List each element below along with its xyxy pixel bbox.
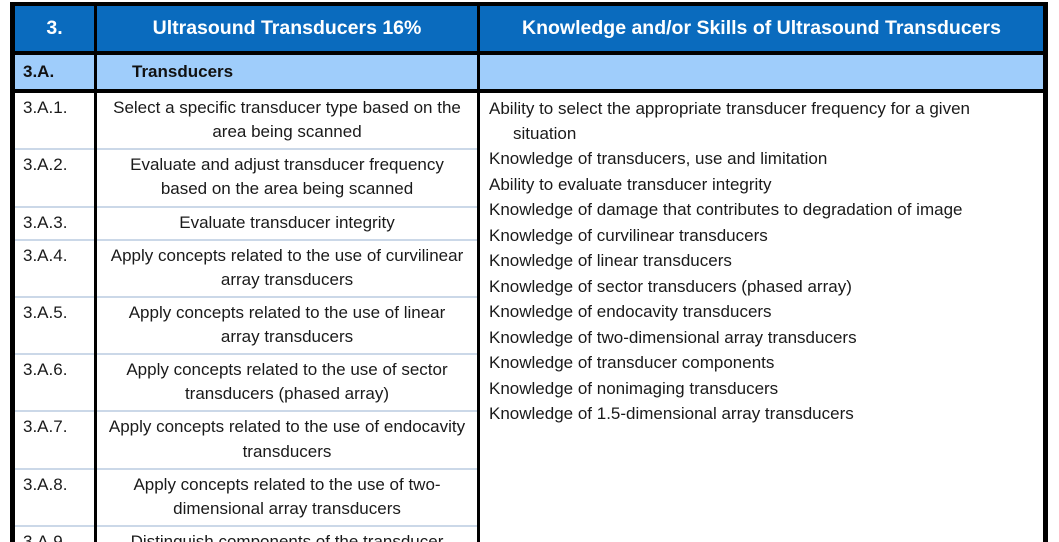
- subheader-title: Transducers: [94, 53, 479, 93]
- task-number: 3.A.9.: [12, 524, 96, 542]
- task-number: 3.A.6.: [12, 353, 96, 412]
- list-item: Knowledge of transducer components: [489, 353, 775, 373]
- list-item: Ability to evaluate transducer integrity: [489, 174, 772, 194]
- knowledge-skills-list: Ability to select the appropriate transd…: [480, 93, 1043, 427]
- list-item: Knowledge of linear transducers: [489, 251, 732, 271]
- header-section-number: 3.: [12, 2, 96, 55]
- list-item: Knowledge of endocavity transducers: [489, 302, 772, 322]
- content-matrix-table-wrapper: 3. Ultrasound Transducers 16% Knowledge …: [10, 2, 1048, 542]
- task-description: Apply concepts related to the use of two…: [94, 467, 479, 526]
- task-description: Evaluate transducer integrity: [94, 205, 479, 240]
- task-number: 3.A.4.: [12, 238, 96, 297]
- task-description: Distinguish components of the transducer: [94, 524, 479, 542]
- subheader-knowledge-blank: [477, 53, 1046, 93]
- task-description: Apply concepts related to the use of cur…: [94, 238, 479, 297]
- knowledge-skills-cell: Ability to select the appropriate transd…: [477, 91, 1046, 542]
- task-description: Evaluate and adjust transducer frequency…: [94, 148, 479, 207]
- table-header-row: 3. Ultrasound Transducers 16% Knowledge …: [12, 2, 1046, 55]
- table-row: 3.A.1. Select a specific transducer type…: [12, 89, 1046, 542]
- task-number: 3.A.8.: [12, 467, 96, 526]
- task-description: Select a specific transducer type based …: [94, 89, 479, 150]
- list-item: Knowledge of sector transducers (phased …: [489, 276, 852, 296]
- table-subheader-row: 3.A. Transducers: [12, 53, 1046, 93]
- list-item: Knowledge of two-dimensional array trans…: [489, 327, 857, 347]
- header-section-title: Ultrasound Transducers 16%: [94, 2, 479, 55]
- list-item: Knowledge of 1.5-dimensional array trans…: [489, 404, 854, 424]
- task-number: 3.A.3.: [12, 205, 96, 240]
- task-number: 3.A.7.: [12, 410, 96, 469]
- content-outline-table: 3. Ultrasound Transducers 16% Knowledge …: [10, 2, 1048, 542]
- list-item: Knowledge of transducers, use and limita…: [489, 149, 828, 169]
- task-description: Apply concepts related to the use of sec…: [94, 353, 479, 412]
- task-description: Apply concepts related to the use of lin…: [94, 295, 479, 355]
- list-item: Knowledge of nonimaging transducers: [489, 378, 779, 398]
- subheader-number: 3.A.: [12, 53, 96, 93]
- page-root: 3. Ultrasound Transducers 16% Knowledge …: [0, 0, 1059, 542]
- task-description: Apply concepts related to the use of end…: [94, 410, 479, 469]
- task-number: 3.A.5.: [12, 295, 96, 355]
- list-item: Knowledge of curvilinear transducers: [489, 225, 768, 245]
- task-number: 3.A.1.: [12, 89, 96, 150]
- header-knowledge-title: Knowledge and/or Skills of Ultrasound Tr…: [477, 2, 1046, 55]
- list-item: Ability to select the appropriate transd…: [489, 99, 970, 143]
- task-number: 3.A.2.: [12, 148, 96, 207]
- list-item: Knowledge of damage that contributes to …: [489, 200, 963, 220]
